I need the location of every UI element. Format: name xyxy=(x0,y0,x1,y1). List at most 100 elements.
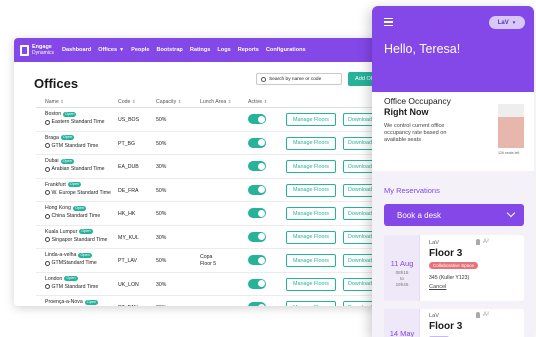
chevron-down-icon xyxy=(506,208,516,218)
manage-floors-button[interactable]: Manage Floors xyxy=(286,207,336,220)
open-badge: Open xyxy=(60,135,75,140)
office-timezone: GTM Standard Time xyxy=(51,283,99,290)
mobile-app: LaV ▼ Hello, Teresa! Office Occupancy Rig… xyxy=(372,6,534,337)
active-toggle[interactable] xyxy=(248,208,266,218)
reservation-date: 14 May xyxy=(389,329,415,337)
menu-icon[interactable] xyxy=(384,18,393,28)
open-badge: Open xyxy=(79,229,93,234)
clock-icon xyxy=(45,143,50,148)
clock-icon xyxy=(45,213,50,219)
reservation-floor: Floor 3 xyxy=(429,248,463,259)
chevron-down-icon: ▼ xyxy=(511,20,517,25)
capacity-icon: A² xyxy=(483,239,489,245)
office-lunch-area: Copa Floor 5 xyxy=(200,254,217,267)
user-switcher[interactable]: LaV ▼ xyxy=(489,16,525,29)
office-name-cell: Hong Kong Open China Standard Time xyxy=(45,205,100,219)
manage-floors-button[interactable]: Manage Floors xyxy=(286,160,336,173)
manage-floors-button[interactable]: Manage Floors xyxy=(286,113,336,126)
office-timezone: Arabian Standard Time xyxy=(51,166,105,172)
open-badge: Open xyxy=(84,299,99,305)
office-name-cell: London Open GTM Standard Time xyxy=(45,276,98,290)
clock-icon xyxy=(45,284,50,289)
mobile-header: LaV ▼ Hello, Teresa! xyxy=(372,6,534,92)
office-name-cell: Kuala Lumpur Open Singapor Standard Time xyxy=(45,229,107,243)
occupancy-description: We control current office occupancy rate… xyxy=(384,123,447,143)
space-type-badge: Collaborative Space xyxy=(429,262,479,269)
col-name[interactable]: Name ⇕ xyxy=(45,99,64,105)
office-name: Linda-a-velha xyxy=(45,252,77,258)
cancel-reservation-link[interactable]: Cancel xyxy=(429,284,446,290)
office-name: Frankfurt xyxy=(45,181,66,188)
seats-left: 126 seats left xyxy=(498,151,520,155)
table-row: Proença-a-Nova Open GTM Standard Time PT… xyxy=(36,296,414,306)
book-desk-button[interactable]: Book a desk xyxy=(384,204,524,226)
reservation-end: 19h45 xyxy=(395,282,409,287)
manage-floors-button[interactable]: Manage Floors xyxy=(286,136,336,150)
office-capacity: 50% xyxy=(156,140,167,147)
greeting: Hello, Teresa! xyxy=(384,42,461,56)
office-capacity: 50% xyxy=(156,187,167,194)
sort-icon: ⇕ xyxy=(263,99,268,104)
active-toggle[interactable] xyxy=(248,302,266,306)
manage-floors-button[interactable]: Manage Floors xyxy=(286,230,336,244)
active-toggle[interactable] xyxy=(248,255,266,265)
office-timezone: GTM Standard Time xyxy=(51,142,99,149)
clock-icon xyxy=(45,237,50,242)
clock-icon xyxy=(45,119,50,125)
office-timezone: China Standard Time xyxy=(51,213,101,219)
col-lunch-area[interactable]: Lunch Area ⇕ xyxy=(200,99,231,105)
manage-floors-button[interactable]: Manage Floors xyxy=(286,254,336,267)
sort-icon: ⇕ xyxy=(227,99,232,104)
reservation-room: 345 (Kuller Y123) xyxy=(429,275,470,281)
active-toggle[interactable] xyxy=(248,184,266,195)
active-toggle[interactable] xyxy=(248,114,266,124)
reservation-card[interactable]: 11 Aug 08h15 to 19h45 LaV A² Floor 3 Col… xyxy=(384,235,524,301)
office-name: Hong Kong xyxy=(45,205,71,211)
clock-icon xyxy=(45,260,50,266)
col-code[interactable]: Code ⇕ xyxy=(118,99,136,105)
occupancy-fill xyxy=(498,117,524,148)
office-code: MY_KUL xyxy=(118,234,139,241)
table-row: London Open GTM Standard Time UK_LON 30%… xyxy=(36,273,414,296)
manage-floors-button[interactable]: Manage Floors xyxy=(286,277,336,291)
active-toggle[interactable] xyxy=(248,278,266,289)
col-capacity[interactable]: Capacity ⇕ xyxy=(156,99,181,105)
reservations-title: My Reservations xyxy=(384,186,440,195)
sort-icon: ⇕ xyxy=(177,99,182,104)
office-name-cell: Dubai Open Arabian Standard Time xyxy=(45,158,105,172)
occupancy-bar xyxy=(498,104,524,148)
office-code: EA_DUB xyxy=(118,164,139,170)
active-toggle[interactable] xyxy=(248,161,266,171)
desk-icon xyxy=(476,239,480,245)
clock-icon xyxy=(45,166,50,172)
manage-floors-button[interactable]: Manage Floors xyxy=(286,183,336,197)
manage-floors-button[interactable]: Manage Floors xyxy=(286,301,336,306)
table-row: Linda-a-velha Open GTMStandard Time PT_L… xyxy=(36,249,414,273)
reservation-card[interactable]: 14 May LaV A² Floor 3 xyxy=(384,309,524,337)
open-badge: Open xyxy=(67,182,82,187)
office-name: Boston xyxy=(45,111,62,117)
sort-icon: ⇕ xyxy=(131,99,136,104)
office-code: PT_PAN xyxy=(118,305,138,306)
office-capacity: 30% xyxy=(156,164,167,170)
office-timezone: GTMStandard Time xyxy=(51,260,97,266)
office-code: PT_LAV xyxy=(118,258,137,264)
table-body: Boston Open Eastern Standard Time US_BOS… xyxy=(36,108,414,306)
table-row: Braga Open GTM Standard Time PT_BG 50% M… xyxy=(36,132,414,155)
table-header: Name ⇕ Code ⇕ Capacity ⇕ Lunch Area ⇕ Ac… xyxy=(36,96,414,108)
office-name-cell: Proença-a-Nova Open GTM Standard Time xyxy=(45,299,99,306)
active-toggle[interactable] xyxy=(248,137,266,148)
capacity-icon: A² xyxy=(483,312,489,318)
active-toggle[interactable] xyxy=(248,231,266,242)
table-row: Boston Open Eastern Standard Time US_BOS… xyxy=(36,108,414,132)
open-badge: Open xyxy=(72,205,87,211)
office-name: Braga xyxy=(45,134,59,141)
sort-icon: ⇕ xyxy=(60,99,65,104)
office-capacity: 50% xyxy=(156,117,167,123)
office-name-cell: Frankfurt Open W. Europe Standard Time xyxy=(45,182,111,196)
office-name-cell: Boston Open Eastern Standard Time xyxy=(45,111,105,125)
open-badge: Open xyxy=(60,158,74,164)
office-capacity: 30% xyxy=(156,281,167,288)
col-active[interactable]: Active ⇕ xyxy=(248,99,267,105)
office-name-cell: Linda-a-velha Open GTMStandard Time xyxy=(45,252,97,266)
